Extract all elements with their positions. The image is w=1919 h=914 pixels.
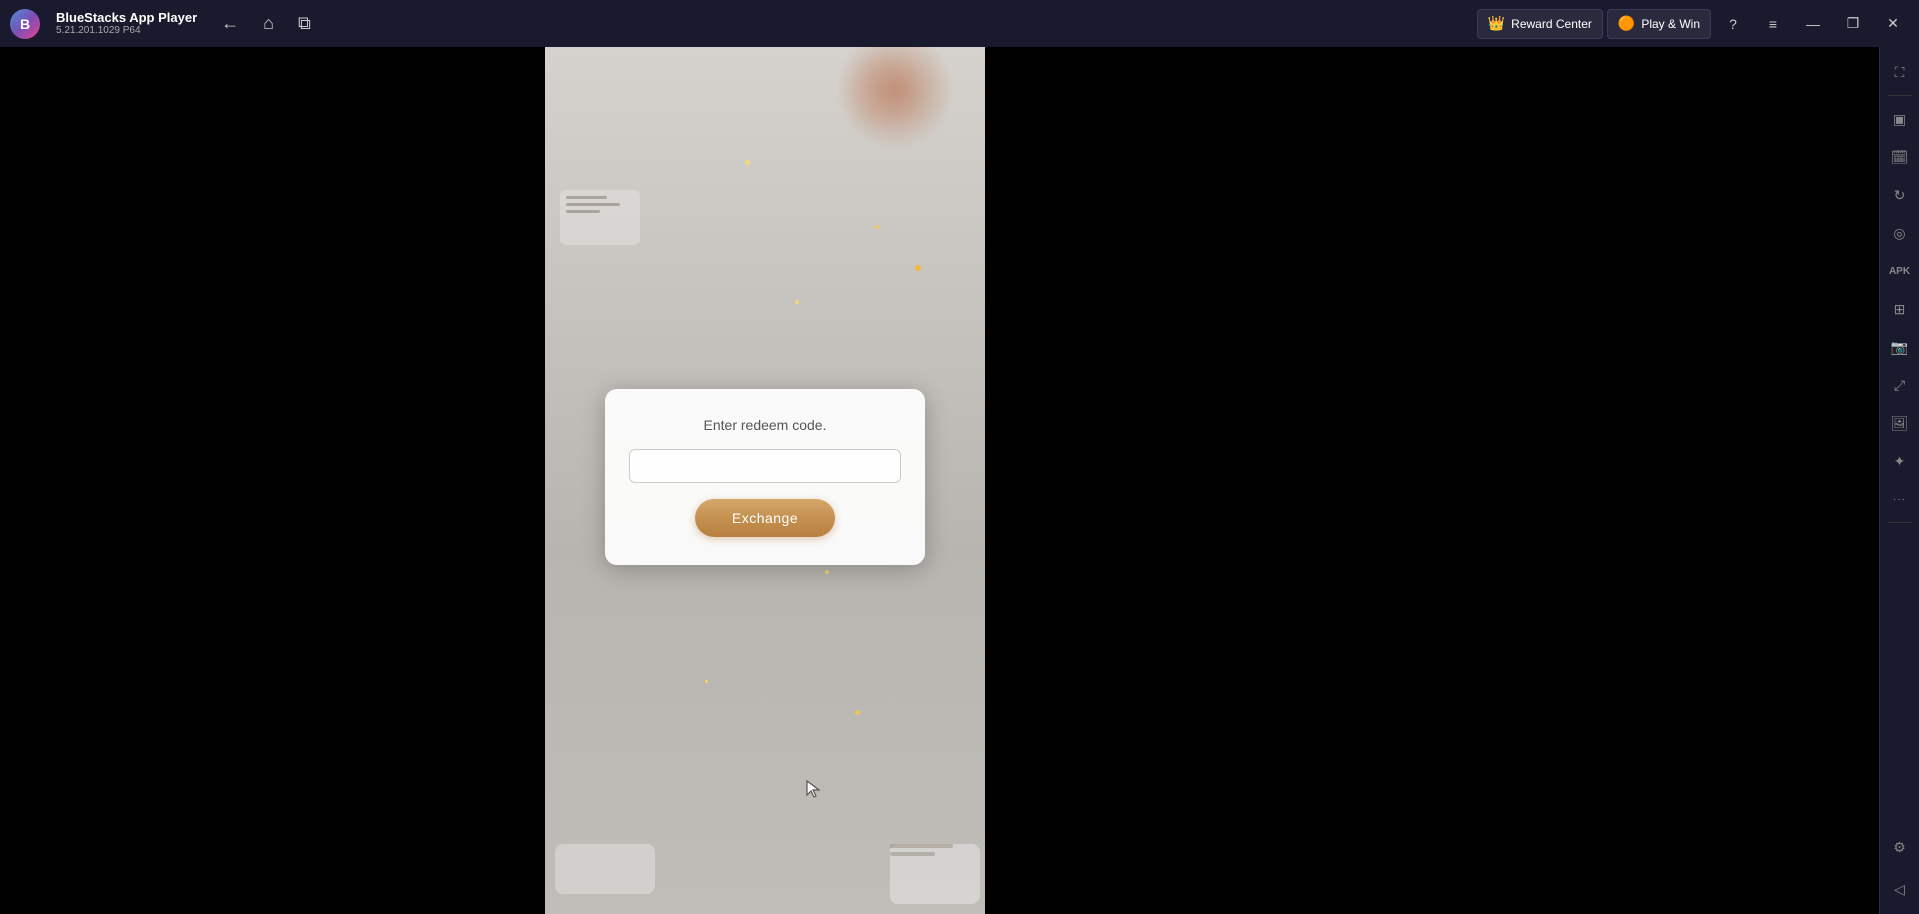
restore-button[interactable]: ❐ bbox=[1835, 6, 1871, 42]
back-arrow-icon[interactable]: ◁ bbox=[1883, 872, 1917, 906]
apk-icon[interactable]: ⊞ bbox=[1883, 292, 1917, 326]
settings-icon[interactable]: ⚙ bbox=[1883, 830, 1917, 864]
app-logo: B bbox=[0, 0, 50, 47]
screenshot-icon[interactable]: 📷 bbox=[1883, 330, 1917, 364]
titlebar-right: 👑 Reward Center 🟠 Play & Win ? ≡ — ❐ ✕ bbox=[1477, 6, 1919, 42]
help-button[interactable]: ? bbox=[1715, 6, 1751, 42]
back-button[interactable]: ← bbox=[217, 9, 243, 38]
app-title-block: BlueStacks App Player 5.21.201.1029 P64 bbox=[50, 10, 197, 38]
game-area: Enter redeem code. Exchange bbox=[0, 0, 1919, 914]
game-viewport[interactable]: Enter redeem code. Exchange bbox=[545, 0, 985, 914]
cursor-indicator bbox=[805, 779, 825, 799]
play-win-button[interactable]: 🟠 Play & Win bbox=[1607, 9, 1711, 39]
location-icon[interactable]: ◎ bbox=[1883, 216, 1917, 250]
expand-icon[interactable]: ⛶ bbox=[1883, 55, 1917, 89]
reward-center-button[interactable]: 👑 Reward Center bbox=[1477, 9, 1603, 39]
restore-icon: ❐ bbox=[1847, 15, 1860, 32]
minimize-button[interactable]: — bbox=[1795, 6, 1831, 42]
play-win-label: Play & Win bbox=[1641, 17, 1700, 31]
wand-icon[interactable]: ✦ bbox=[1883, 444, 1917, 478]
logo-text: B bbox=[20, 16, 30, 32]
titlebar-nav: ← ⌂ ⧉ bbox=[217, 9, 315, 38]
menu-icon: ≡ bbox=[1769, 16, 1777, 32]
right-sidebar: ⛶ ▣ 🗓 ↻ ◎ APK ⊞ 📷 ⤢ 🖼 ✦ ··· ⚙ ◁ bbox=[1879, 47, 1919, 914]
sidebar-divider-1 bbox=[1888, 95, 1912, 96]
app-name: BlueStacks App Player bbox=[56, 10, 197, 26]
sidebar-divider-2 bbox=[1888, 522, 1912, 523]
close-button[interactable]: ✕ bbox=[1875, 6, 1911, 42]
logo-circle: B bbox=[10, 9, 40, 39]
menu-button[interactable]: ≡ bbox=[1755, 6, 1791, 42]
coin-icon: 🟠 bbox=[1618, 15, 1635, 32]
resize-icon[interactable]: ⤢ bbox=[1883, 368, 1917, 402]
redeem-dialog: Enter redeem code. Exchange bbox=[605, 389, 925, 565]
dialog-overlay: Enter redeem code. Exchange bbox=[545, 0, 985, 914]
keyboard-icon[interactable]: APK bbox=[1883, 254, 1917, 288]
refresh-icon[interactable]: ↻ bbox=[1883, 178, 1917, 212]
minimize-icon: — bbox=[1806, 16, 1820, 32]
calendar-icon[interactable]: 🗓 bbox=[1883, 140, 1917, 174]
help-icon: ? bbox=[1729, 16, 1737, 32]
reward-center-label: Reward Center bbox=[1511, 17, 1592, 31]
redeem-code-input[interactable] bbox=[629, 449, 901, 483]
layers-icon[interactable]: ▣ bbox=[1883, 102, 1917, 136]
app-version: 5.21.201.1029 P64 bbox=[56, 25, 197, 37]
dialog-title: Enter redeem code. bbox=[704, 417, 827, 433]
titlebar: B BlueStacks App Player 5.21.201.1029 P6… bbox=[0, 0, 1919, 47]
close-icon: ✕ bbox=[1887, 15, 1899, 32]
image-icon[interactable]: 🖼 bbox=[1883, 406, 1917, 440]
multi-instance-button[interactable]: ⧉ bbox=[294, 9, 315, 38]
crown-icon: 👑 bbox=[1488, 15, 1505, 32]
more-icon[interactable]: ··· bbox=[1883, 482, 1917, 516]
home-button[interactable]: ⌂ bbox=[259, 9, 278, 38]
exchange-button[interactable]: Exchange bbox=[695, 499, 835, 537]
